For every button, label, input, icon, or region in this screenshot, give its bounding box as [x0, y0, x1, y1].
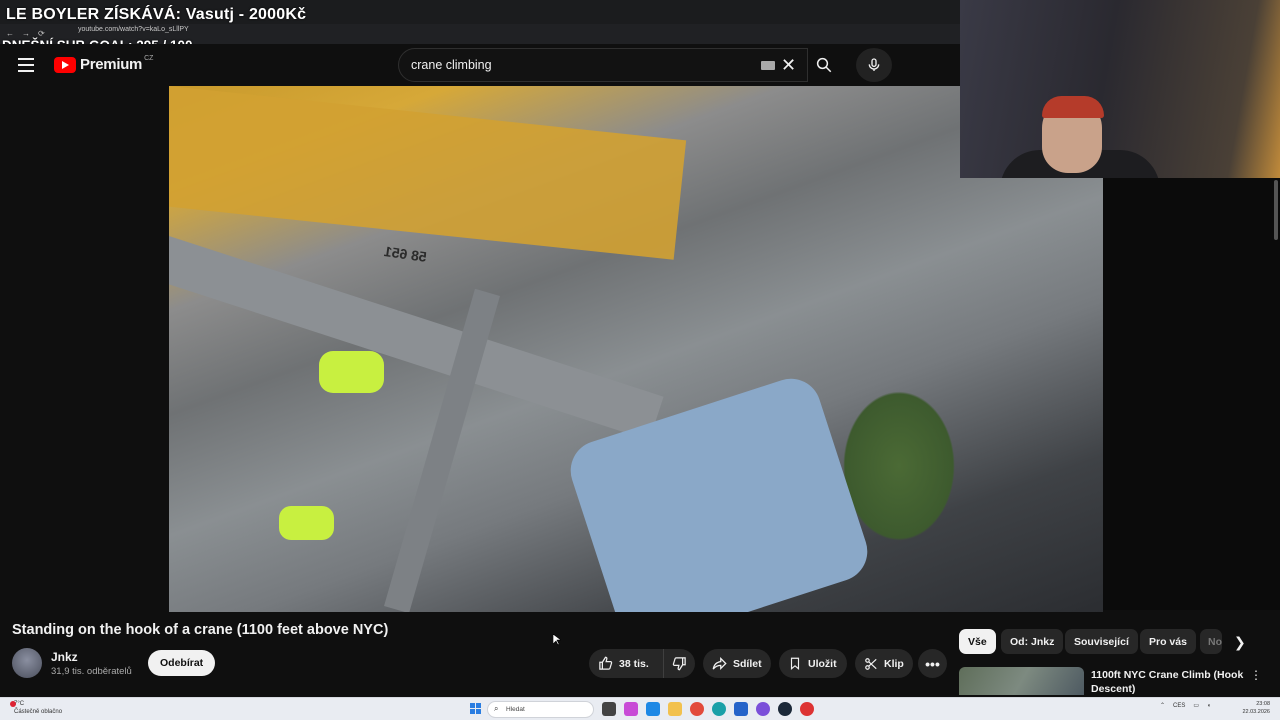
- save-label: Uložit: [808, 657, 837, 670]
- steel-beam: [169, 236, 664, 441]
- edge-icon[interactable]: [712, 702, 726, 716]
- keyboard-icon[interactable]: [761, 61, 775, 70]
- chip-partial[interactable]: No: [1200, 629, 1222, 654]
- like-dislike-group: 38 tis.: [589, 649, 695, 678]
- windows-taskbar: 7°C Částečně oblačno ⌕ Hledat ⌃ CES ▭ ◖ …: [0, 697, 1280, 720]
- clip-button[interactable]: Klip: [855, 649, 913, 678]
- windows-start-icon[interactable]: [470, 703, 481, 714]
- country-code: CZ: [144, 55, 154, 62]
- chip-related[interactable]: Související: [1065, 629, 1138, 654]
- app-icon[interactable]: [800, 702, 814, 716]
- thumbs-up-icon: [599, 656, 613, 670]
- search-button[interactable]: [806, 48, 842, 82]
- subscriber-count: 31,9 tis. odběratelů: [51, 666, 132, 677]
- taskbar-search-placeholder: Hledat: [506, 706, 525, 713]
- mouse-cursor-icon: [553, 634, 561, 646]
- menu-icon[interactable]: [18, 58, 34, 72]
- back-icon[interactable]: ←: [6, 29, 14, 38]
- volume-icon[interactable]: ◖: [1207, 703, 1211, 709]
- sidebar-area: [1103, 178, 1280, 610]
- youtube-play-icon: [54, 56, 76, 73]
- scrollbar[interactable]: [1274, 180, 1278, 240]
- clear-search-icon[interactable]: ✕: [781, 55, 796, 76]
- chrome-icon[interactable]: [690, 702, 704, 716]
- recommendation-thumbnail[interactable]: [959, 667, 1084, 695]
- thumbs-down-icon: [672, 657, 686, 671]
- steam-icon[interactable]: [778, 702, 792, 716]
- channel-avatar[interactable]: [12, 648, 42, 678]
- beam-marking: 58 651: [383, 243, 428, 265]
- logo-text: Premium: [80, 56, 143, 73]
- chevron-up-icon[interactable]: ⌃: [1160, 702, 1165, 709]
- youtube-premium-logo[interactable]: Premium CZ: [54, 55, 154, 73]
- clock-time: 23:08: [1256, 701, 1270, 707]
- weather-widget[interactable]: 7°C Částečně oblačno: [10, 700, 63, 716]
- like-button[interactable]: 38 tis.: [589, 649, 664, 678]
- reload-icon[interactable]: ⟳: [38, 29, 45, 38]
- share-label: Sdílet: [733, 657, 762, 670]
- chevron-right-icon[interactable]: ❯: [1234, 634, 1246, 651]
- language-indicator[interactable]: CES: [1173, 703, 1185, 709]
- crane-boom: [169, 86, 687, 260]
- search-box: ✕: [398, 48, 808, 82]
- voice-search-button[interactable]: [856, 48, 892, 82]
- share-button[interactable]: Sdílet: [703, 649, 771, 678]
- kebab-menu-icon[interactable]: ⋮: [1250, 668, 1262, 682]
- channel-name[interactable]: Jnkz: [51, 650, 78, 664]
- taskbar-apps: [602, 702, 814, 716]
- clock-date: 22.03.2026: [1242, 709, 1270, 715]
- file-explorer-icon[interactable]: [668, 702, 682, 716]
- clip-label: Klip: [884, 657, 904, 670]
- video-title: Standing on the hook of a crane (1100 fe…: [12, 622, 389, 638]
- search-icon: ⌕: [494, 704, 499, 713]
- app-icon[interactable]: [734, 702, 748, 716]
- network-icon[interactable]: ▭: [1193, 702, 1199, 709]
- search-icon: [816, 57, 832, 73]
- forward-icon[interactable]: →: [22, 29, 30, 38]
- weather-temp: 7°C: [14, 701, 25, 707]
- app-icon[interactable]: [624, 702, 638, 716]
- recommendation-title[interactable]: 1100ft NYC Crane Climb (Hook Descent): [1091, 668, 1251, 696]
- glove: [319, 351, 384, 393]
- youtube-header: Premium CZ ✕: [0, 44, 960, 86]
- chip-from-channel[interactable]: Od: Jnkz: [1001, 629, 1064, 654]
- chip-all[interactable]: Vše: [959, 629, 996, 654]
- microphone-icon: [868, 58, 880, 71]
- notification-badge: [10, 701, 16, 707]
- search-input[interactable]: [411, 58, 751, 72]
- streamer-webcam: [960, 0, 1280, 178]
- streamer-cap: [1042, 96, 1104, 118]
- task-view-icon[interactable]: [602, 702, 616, 716]
- app-icon[interactable]: [756, 702, 770, 716]
- more-actions-button[interactable]: •••: [918, 649, 947, 678]
- app-icon[interactable]: [646, 702, 660, 716]
- taskbar-search[interactable]: ⌕ Hledat: [487, 701, 594, 718]
- scissors-icon: [865, 657, 877, 670]
- dislike-button[interactable]: [664, 649, 695, 678]
- system-tray: ⌃ CES ▭ ◖: [1160, 702, 1211, 710]
- share-icon: [712, 656, 727, 671]
- bookmark-icon: [790, 657, 800, 670]
- like-count: 38 tis.: [619, 657, 649, 670]
- address-bar[interactable]: youtube.com/watch?v=kaLo_sLllPY: [78, 26, 189, 33]
- clock[interactable]: 23:08 22.03.2026: [1232, 700, 1270, 716]
- stream-donation-overlay: LE BOYLER ZÍSKÁVÁ: Vasutj - 2000Kč: [6, 6, 307, 23]
- chip-for-you[interactable]: Pro vás: [1140, 629, 1196, 654]
- save-button[interactable]: Uložit: [779, 649, 847, 678]
- glove: [279, 506, 334, 540]
- subscribe-button[interactable]: Odebírat: [148, 650, 216, 676]
- weather-desc: Částečně oblačno: [14, 709, 63, 715]
